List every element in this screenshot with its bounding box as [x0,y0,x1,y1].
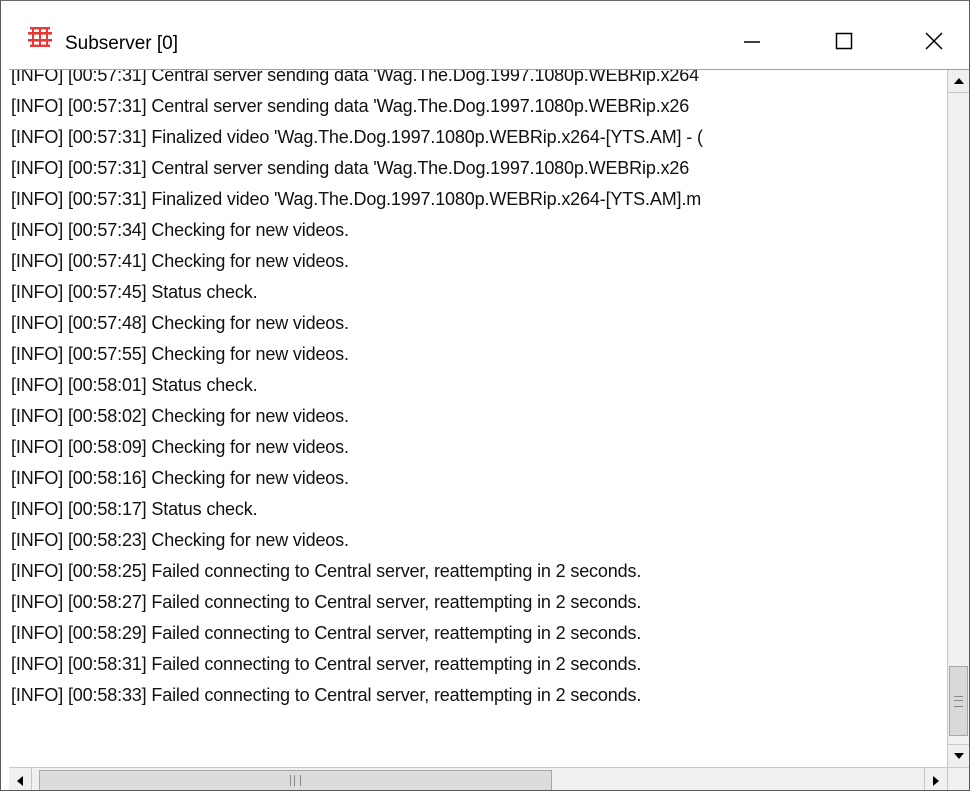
log-line: [INFO] [00:58:01] Status check. [11,375,258,395]
scroll-left-button[interactable] [9,768,32,790]
minimize-button[interactable] [727,19,777,63]
scrollbar-corner [947,767,969,790]
log-line: [INFO] [00:57:48] Checking for new video… [11,313,349,333]
log-line: [INFO] [00:58:25] Failed connecting to C… [11,561,642,581]
log-lines: [INFO] [00:57:31] Central server sending… [11,70,703,711]
maximize-button[interactable] [819,19,869,63]
minimize-icon [744,41,760,43]
log-line: [INFO] [00:58:33] Failed connecting to C… [11,685,642,705]
scroll-down-button[interactable] [948,744,969,767]
log-line: [INFO] [00:58:17] Status check. [11,499,258,519]
vertical-scroll-thumb[interactable] [949,666,968,736]
horizontal-scrollbar[interactable] [9,767,947,790]
arrow-right-icon [933,775,939,786]
log-line: [INFO] [00:58:29] Failed connecting to C… [11,623,642,643]
title-bar[interactable]: Subserver [0] [1,1,969,69]
log-line: [INFO] [00:58:23] Checking for new video… [11,530,349,550]
log-panel: [INFO] [00:57:31] Central server sending… [9,69,969,790]
log-line: [INFO] [00:58:31] Failed connecting to C… [11,654,642,674]
log-text-area[interactable]: [INFO] [00:57:31] Central server sending… [9,70,947,767]
scroll-right-button[interactable] [924,768,947,790]
subserver-window: Subserver [0] [INFO] [00:57:31] Central … [0,0,970,791]
log-line: [INFO] [00:57:31] Finalized video 'Wag.T… [11,127,703,147]
arrow-up-icon [953,78,964,84]
log-line: [INFO] [00:57:34] Checking for new video… [11,220,349,240]
arrow-down-icon [953,753,964,759]
log-line: [INFO] [00:57:31] Central server sending… [11,70,700,85]
grip-vertical-lines-icon [290,775,301,786]
log-line: [INFO] [00:57:41] Checking for new video… [11,251,349,271]
arrow-left-icon [17,775,23,786]
maximize-icon [835,32,853,50]
log-line: [INFO] [00:58:02] Checking for new video… [11,406,349,426]
log-line: [INFO] [00:57:45] Status check. [11,282,258,302]
horizontal-scroll-thumb[interactable] [39,770,552,790]
scroll-up-button[interactable] [948,70,969,93]
window-title: Subserver [0] [65,33,178,54]
grip-horizontal-lines-icon [954,695,963,707]
log-line: [INFO] [00:57:31] Central server sending… [11,158,690,178]
close-icon [925,32,943,50]
close-button[interactable] [909,19,959,63]
red-ladder-icon [28,27,52,47]
log-line: [INFO] [00:57:31] Central server sending… [11,96,690,116]
log-line: [INFO] [00:57:31] Finalized video 'Wag.T… [11,189,702,209]
log-line: [INFO] [00:57:55] Checking for new video… [11,344,349,364]
log-line: [INFO] [00:58:27] Failed connecting to C… [11,592,642,612]
log-line: [INFO] [00:58:16] Checking for new video… [11,468,349,488]
log-line: [INFO] [00:58:09] Checking for new video… [11,437,349,457]
vertical-scrollbar[interactable] [947,70,969,767]
